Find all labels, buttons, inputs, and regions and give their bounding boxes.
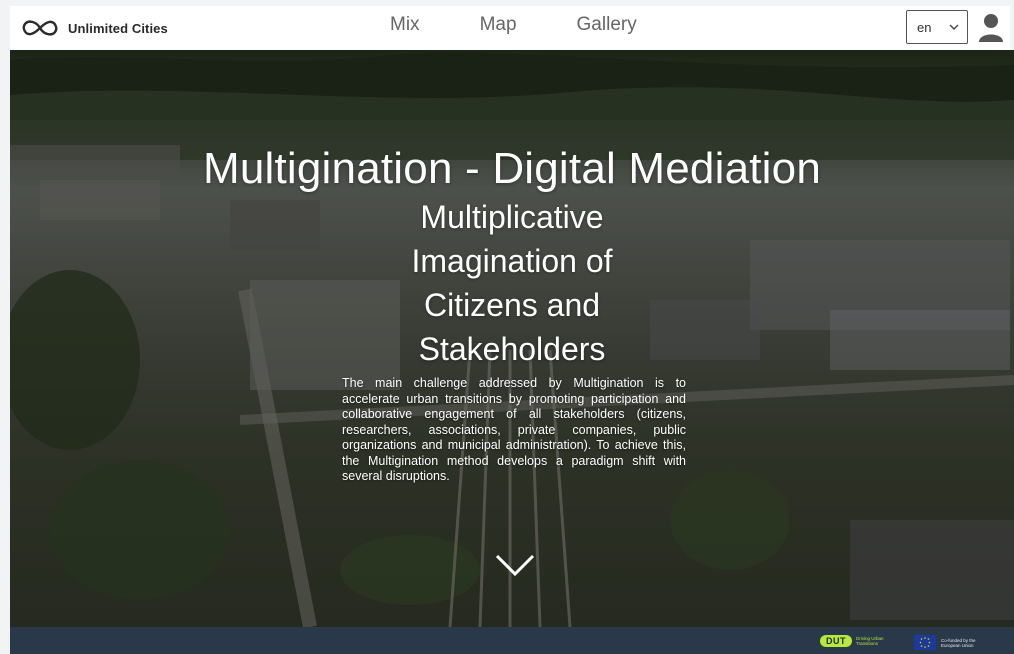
hero-section: Multigination - Digital Mediation Multip… [10, 50, 1014, 627]
dut-text: Driving Urban Transitions [856, 636, 884, 646]
top-navigation-bar: Unlimited Cities Mix Map Gallery en [10, 6, 1010, 50]
eu-flag-icon [914, 635, 936, 650]
footer-bar: DUT Driving Urban Transitions Co-funded … [10, 627, 1014, 654]
user-icon[interactable] [978, 12, 1004, 44]
eu-text: Co-funded by the European Union [941, 637, 976, 648]
chevron-down-icon [949, 24, 959, 30]
brand-name: Unlimited Cities [68, 20, 168, 36]
main-nav: Mix Map Gallery [390, 14, 697, 36]
brand-home-link[interactable]: Unlimited Cities [20, 18, 168, 38]
language-value: en [917, 19, 932, 35]
eu-funding-logo: Co-funded by the European Union [914, 635, 985, 650]
hero-title: Multigination - Digital Mediation [202, 144, 821, 193]
chevron-down-icon[interactable] [494, 552, 536, 578]
infinity-icon [22, 20, 58, 36]
dut-logo: DUT Driving Urban Transitions [820, 635, 892, 647]
nav-mix[interactable]: Mix [390, 14, 420, 36]
hero-subtitle: Multiplicative Imagination of Citizens a… [411, 199, 613, 367]
nav-map[interactable]: Map [480, 14, 517, 36]
dut-badge: DUT [820, 635, 852, 647]
language-select[interactable]: en [906, 10, 968, 44]
nav-gallery[interactable]: Gallery [577, 14, 637, 36]
hero-description: The main challenge addressed by Multigin… [342, 376, 686, 483]
page: Unlimited Cities Mix Map Gallery en Mult… [0, 0, 1014, 654]
